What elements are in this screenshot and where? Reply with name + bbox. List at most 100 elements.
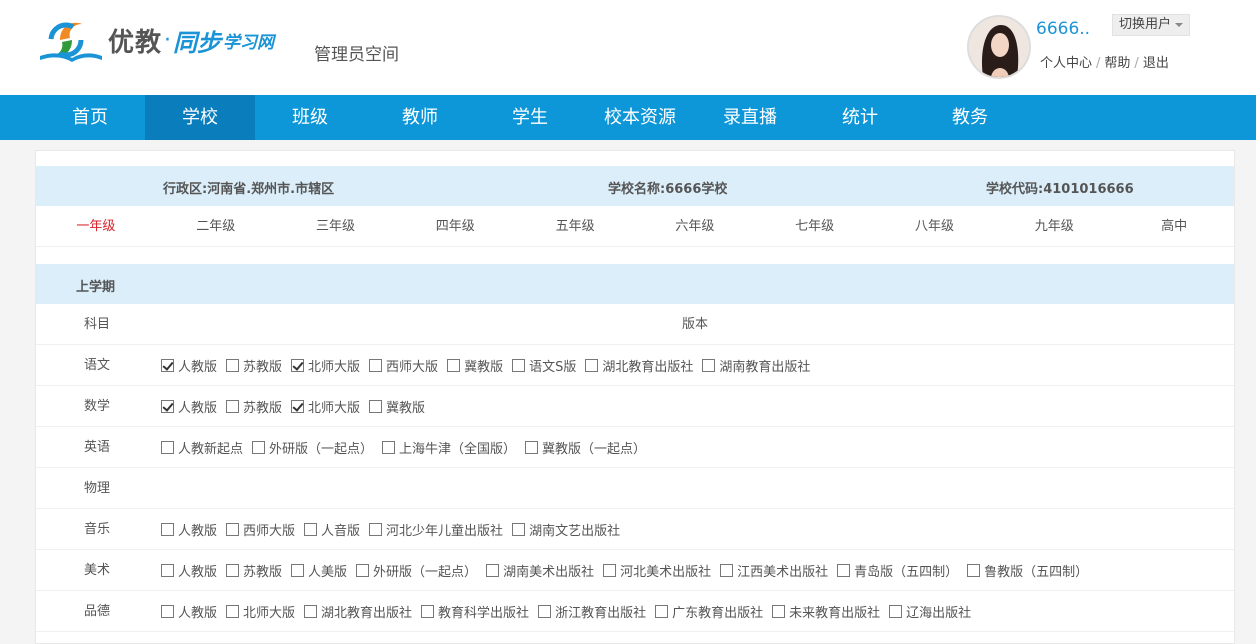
checkbox-unchecked[interactable] [720,564,734,577]
checkbox-unchecked[interactable] [291,564,305,577]
checkbox-unchecked[interactable] [512,359,526,372]
version-option[interactable]: 北师大版 [291,397,360,416]
version-option[interactable]: 教育科学出版社 [421,602,529,621]
nav-item-3[interactable]: 教师 [365,95,475,140]
site-logo[interactable]: 优教 · 同步 学习网 [38,16,274,64]
nav-item-1[interactable]: 学校 [145,95,255,140]
version-option[interactable]: 冀教版 [369,397,425,416]
version-option[interactable]: 湖南教育出版社 [702,356,810,375]
checkbox-unchecked[interactable] [421,605,435,618]
switch-user-button[interactable]: 切换用户 [1112,14,1191,36]
checkbox-unchecked[interactable] [226,523,240,536]
grade-tab-4[interactable]: 五年级 [515,206,635,246]
grade-tab-1[interactable]: 二年级 [156,206,276,246]
version-option[interactable]: 苏教版 [226,397,282,416]
version-option[interactable]: 外研版（一起点） [252,438,373,457]
version-option[interactable]: 北师大版 [291,356,360,375]
checkbox-unchecked[interactable] [226,359,240,372]
version-option[interactable]: 湖南美术出版社 [486,561,594,580]
nav-item-5[interactable]: 校本资源 [585,95,695,140]
grade-tab-3[interactable]: 四年级 [395,206,515,246]
version-option[interactable]: 人教新起点 [161,438,243,457]
grade-tab-2[interactable]: 三年级 [276,206,396,246]
checkbox-unchecked[interactable] [525,441,539,454]
nav-item-7[interactable]: 统计 [805,95,915,140]
checkbox-unchecked[interactable] [161,564,174,577]
version-option[interactable]: 湖北教育出版社 [304,602,412,621]
checkbox-unchecked[interactable] [369,359,383,372]
version-option[interactable]: 苏教版 [226,356,282,375]
version-option[interactable]: 河北美术出版社 [603,561,711,580]
checkbox-checked[interactable] [161,400,174,413]
checkbox-checked[interactable] [161,359,174,372]
version-option[interactable]: 人音版 [304,520,360,539]
checkbox-unchecked[interactable] [369,400,383,413]
checkbox-unchecked[interactable] [585,359,599,372]
checkbox-unchecked[interactable] [226,400,240,413]
version-option[interactable]: 人教版 [161,520,217,539]
version-option[interactable]: 人教版 [161,602,217,621]
checkbox-unchecked[interactable] [226,564,240,577]
checkbox-unchecked[interactable] [967,564,981,577]
checkbox-unchecked[interactable] [447,359,461,372]
checkbox-unchecked[interactable] [889,605,903,618]
grade-tab-7[interactable]: 八年级 [875,206,995,246]
checkbox-unchecked[interactable] [837,564,851,577]
checkbox-unchecked[interactable] [252,441,266,454]
version-option[interactable]: 人教版 [161,356,217,375]
checkbox-unchecked[interactable] [382,441,396,454]
nav-item-8[interactable]: 教务 [915,95,1025,140]
checkbox-checked[interactable] [291,400,305,413]
grade-tab-9[interactable]: 高中 [1114,206,1234,246]
checkbox-unchecked[interactable] [369,523,383,536]
version-option[interactable]: 青岛版（五四制） [837,561,958,580]
version-option[interactable]: 湖南文艺出版社 [512,520,620,539]
version-option[interactable]: 苏教版 [226,561,282,580]
checkbox-unchecked[interactable] [356,564,370,577]
version-option[interactable]: 西师大版 [226,520,295,539]
help-link[interactable]: 帮助 [1104,56,1130,71]
nav-item-4[interactable]: 学生 [475,95,585,140]
version-option[interactable]: 上海牛津（全国版） [382,438,516,457]
username[interactable]: 6666.. [1036,19,1090,39]
grade-tab-6[interactable]: 七年级 [755,206,875,246]
checkbox-unchecked[interactable] [702,359,716,372]
version-option[interactable]: 河北少年儿童出版社 [369,520,503,539]
version-option[interactable]: 广东教育出版社 [655,602,763,621]
version-option[interactable]: 鲁教版（五四制） [967,561,1088,580]
version-option[interactable]: 外研版（一起点） [356,561,477,580]
checkbox-unchecked[interactable] [538,605,552,618]
checkbox-unchecked[interactable] [161,605,174,618]
checkbox-unchecked[interactable] [512,523,526,536]
version-option[interactable]: 人教版 [161,561,217,580]
checkbox-unchecked[interactable] [226,605,240,618]
checkbox-checked[interactable] [291,359,305,372]
version-option[interactable]: 未来教育出版社 [772,602,880,621]
checkbox-unchecked[interactable] [603,564,617,577]
grade-tab-8[interactable]: 九年级 [994,206,1114,246]
grade-tab-0[interactable]: 一年级 [36,206,156,246]
checkbox-unchecked[interactable] [304,605,318,618]
nav-item-0[interactable]: 首页 [35,95,145,140]
checkbox-unchecked[interactable] [161,441,174,454]
checkbox-unchecked[interactable] [304,523,318,536]
checkbox-unchecked[interactable] [486,564,500,577]
version-option[interactable]: 辽海出版社 [889,602,971,621]
avatar[interactable] [967,15,1031,79]
checkbox-unchecked[interactable] [772,605,786,618]
checkbox-unchecked[interactable] [655,605,669,618]
version-option[interactable]: 浙江教育出版社 [538,602,646,621]
version-option[interactable]: 人教版 [161,397,217,416]
version-option[interactable]: 人美版 [291,561,347,580]
version-option[interactable]: 江西美术出版社 [720,561,828,580]
version-option[interactable]: 北师大版 [226,602,295,621]
nav-item-6[interactable]: 录直播 [695,95,805,140]
nav-item-2[interactable]: 班级 [255,95,365,140]
version-option[interactable]: 冀教版 [447,356,503,375]
version-option[interactable]: 语文S版 [512,356,576,375]
personal-center-link[interactable]: 个人中心 [1040,56,1092,71]
checkbox-unchecked[interactable] [161,523,174,536]
version-option[interactable]: 冀教版（一起点） [525,438,646,457]
version-option[interactable]: 西师大版 [369,356,438,375]
version-option[interactable]: 湖北教育出版社 [585,356,693,375]
